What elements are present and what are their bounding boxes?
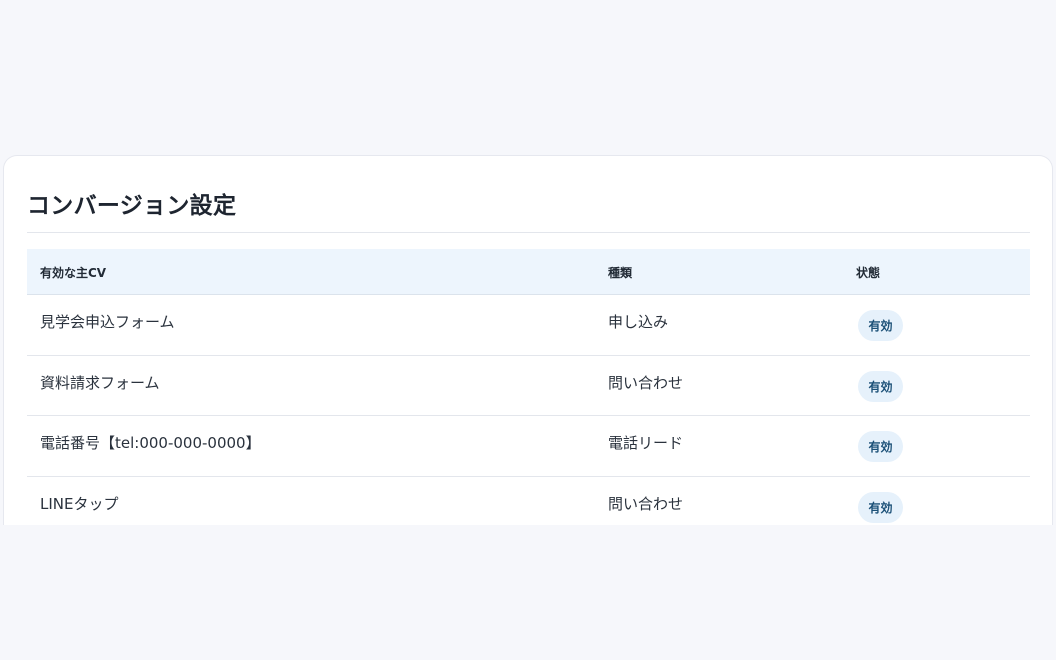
cv-type: 問い合わせ: [608, 373, 684, 392]
cv-name: 電話番号【tel:000-000-0000】: [40, 434, 261, 452]
conversion-settings-card: コンバージョン設定 有効な主CV 種類 状態 見学会申込フォーム 申し込み 有効…: [3, 155, 1053, 525]
title-divider: [27, 232, 1030, 233]
cv-name: LINEタップ: [40, 494, 119, 513]
table-row[interactable]: 資料請求フォーム 問い合わせ 有効: [27, 356, 1030, 416]
table-row[interactable]: LINEタップ 問い合わせ 有効: [27, 477, 1030, 526]
column-header-name: 有効な主CV: [40, 266, 107, 280]
status-badge: 有効: [858, 370, 903, 402]
column-header-status: 状態: [856, 266, 881, 280]
cv-name: 資料請求フォーム: [40, 373, 160, 392]
table-row[interactable]: 電話番号【tel:000-000-0000】 電話リード 有効: [27, 416, 1030, 477]
status-badge: 有効: [858, 431, 903, 462]
cv-type: 電話リード: [608, 434, 684, 452]
cv-type: 問い合わせ: [608, 494, 684, 513]
table-row[interactable]: 見学会申込フォーム 申し込み 有効: [27, 295, 1030, 356]
table-header: 有効な主CV 種類 状態: [27, 249, 1030, 295]
column-header-type: 種類: [608, 266, 633, 280]
page-title: コンバージョン設定: [27, 193, 237, 219]
cv-name: 見学会申込フォーム: [40, 313, 175, 331]
status-badge: 有効: [858, 491, 903, 523]
status-badge: 有効: [858, 310, 903, 341]
cv-type: 申し込み: [608, 313, 669, 331]
conversion-table: 有効な主CV 種類 状態 見学会申込フォーム 申し込み 有効 資料請求フォーム …: [27, 249, 1030, 525]
